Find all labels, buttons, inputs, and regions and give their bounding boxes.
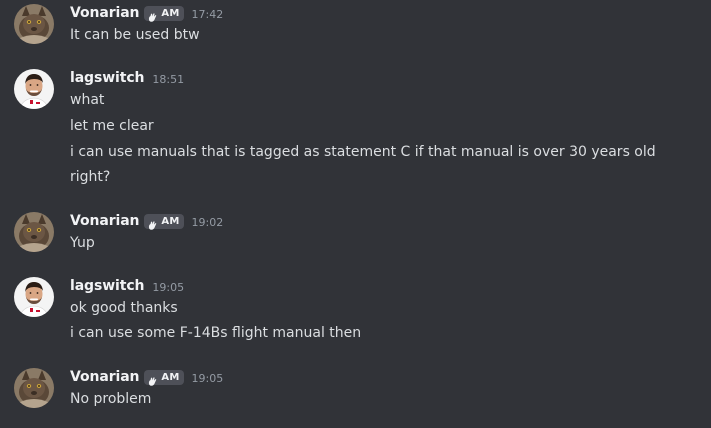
chat-message-list: Vonarian AM 17:42 It can be used btw lag… <box>0 0 711 428</box>
server-tag-badge[interactable]: AM <box>144 213 184 230</box>
timestamp[interactable]: 19:05 <box>152 281 184 294</box>
timestamp[interactable]: 19:02 <box>192 216 224 229</box>
server-tag-text: AM <box>161 215 180 227</box>
username[interactable]: lagswitch <box>70 278 145 294</box>
hand-wave-icon <box>147 216 158 230</box>
server-tag-text: AM <box>161 7 180 19</box>
timestamp[interactable]: 19:05 <box>192 372 224 385</box>
server-tag-text: AM <box>161 371 180 383</box>
message-header: lagswitch 18:51 <box>70 68 184 88</box>
timestamp[interactable]: 17:42 <box>192 8 224 21</box>
message-header: Vonarian AM 19:05 <box>70 367 223 387</box>
hand-wave-icon <box>147 372 158 386</box>
vonarian-avatar[interactable] <box>14 4 54 44</box>
hand-wave-icon <box>147 8 158 22</box>
vonarian-avatar[interactable] <box>14 368 54 408</box>
message-content: i can use some F-14Bs flight manual then <box>70 325 362 341</box>
username[interactable]: Vonarian <box>70 5 140 21</box>
message-content: i can use manuals that is tagged as stat… <box>70 144 656 160</box>
lagswitch-avatar[interactable] <box>14 69 54 109</box>
message-content: No problem <box>70 391 152 407</box>
username[interactable]: Vonarian <box>70 369 140 385</box>
vonarian-avatar[interactable] <box>14 212 54 252</box>
server-tag-badge[interactable]: AM <box>144 369 184 386</box>
message-header: Vonarian AM 17:42 <box>70 3 223 23</box>
username[interactable]: Vonarian <box>70 213 140 229</box>
message-content: It can be used btw <box>70 27 200 43</box>
message-header: lagswitch 19:05 <box>70 276 184 296</box>
message-header: Vonarian AM 19:02 <box>70 211 223 231</box>
message-content: Yup <box>70 235 95 251</box>
lagswitch-avatar[interactable] <box>14 277 54 317</box>
message-content: let me clear <box>70 118 154 134</box>
message-content: right? <box>70 169 111 185</box>
message-content: ok good thanks <box>70 300 178 316</box>
server-tag-badge[interactable]: AM <box>144 5 184 22</box>
timestamp[interactable]: 18:51 <box>152 73 184 86</box>
username[interactable]: lagswitch <box>70 70 145 86</box>
message-content: what <box>70 92 105 108</box>
